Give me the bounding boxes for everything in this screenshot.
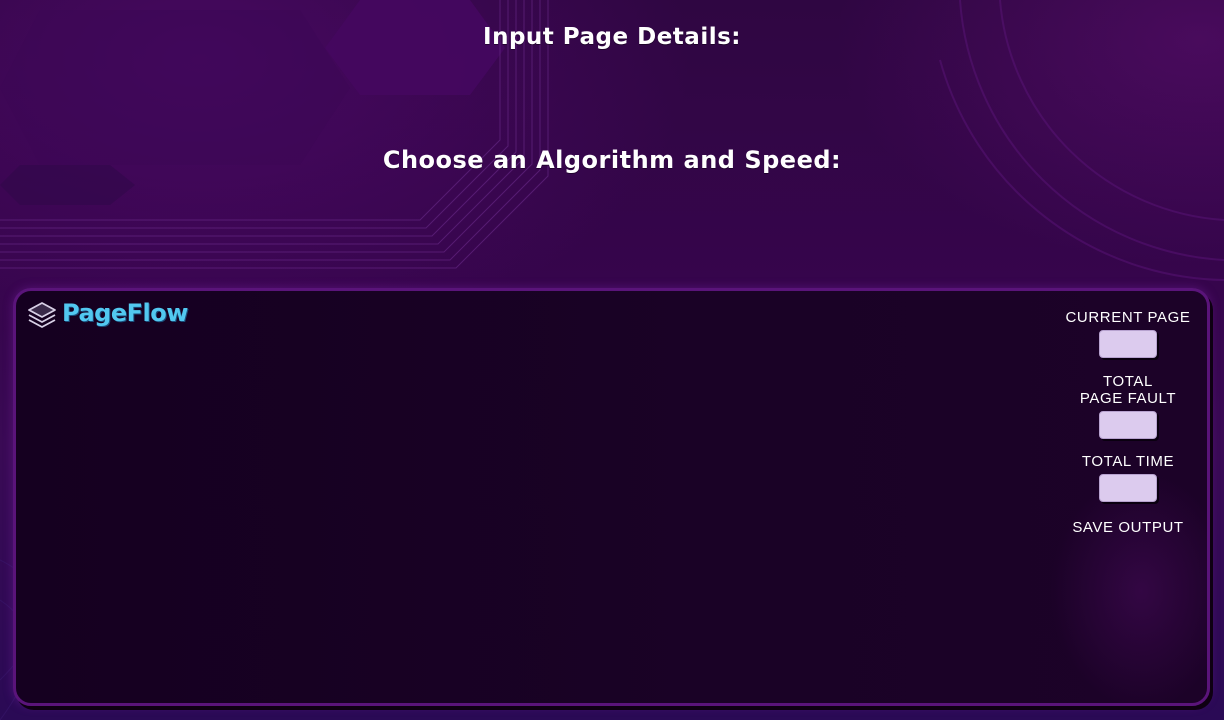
- total-page-fault-label: TOTAL PAGE FAULT: [1079, 373, 1177, 407]
- layers-icon: [28, 302, 56, 328]
- current-page-field: [1099, 330, 1157, 358]
- save-output-button[interactable]: SAVE OUTPUT: [1072, 519, 1183, 536]
- total-time-field: [1099, 474, 1157, 502]
- current-page-label: CURRENT PAGE: [1065, 309, 1191, 326]
- choose-algorithm-heading: Choose an Algorithm and Speed:: [382, 146, 842, 174]
- total-time-label: TOTAL TIME: [1081, 453, 1175, 470]
- input-page-details-heading: Input Page Details:: [483, 24, 741, 50]
- logo-text: PageFlow: [62, 299, 188, 327]
- stats-sidebar: CURRENT PAGE TOTAL PAGE FAULT TOTAL TIME…: [1054, 309, 1202, 536]
- logo: PageFlow: [26, 299, 188, 331]
- output-panel: PageFlow CURRENT PAGE TOTAL PAGE FAULT T…: [13, 288, 1210, 706]
- total-page-fault-field: [1099, 411, 1157, 439]
